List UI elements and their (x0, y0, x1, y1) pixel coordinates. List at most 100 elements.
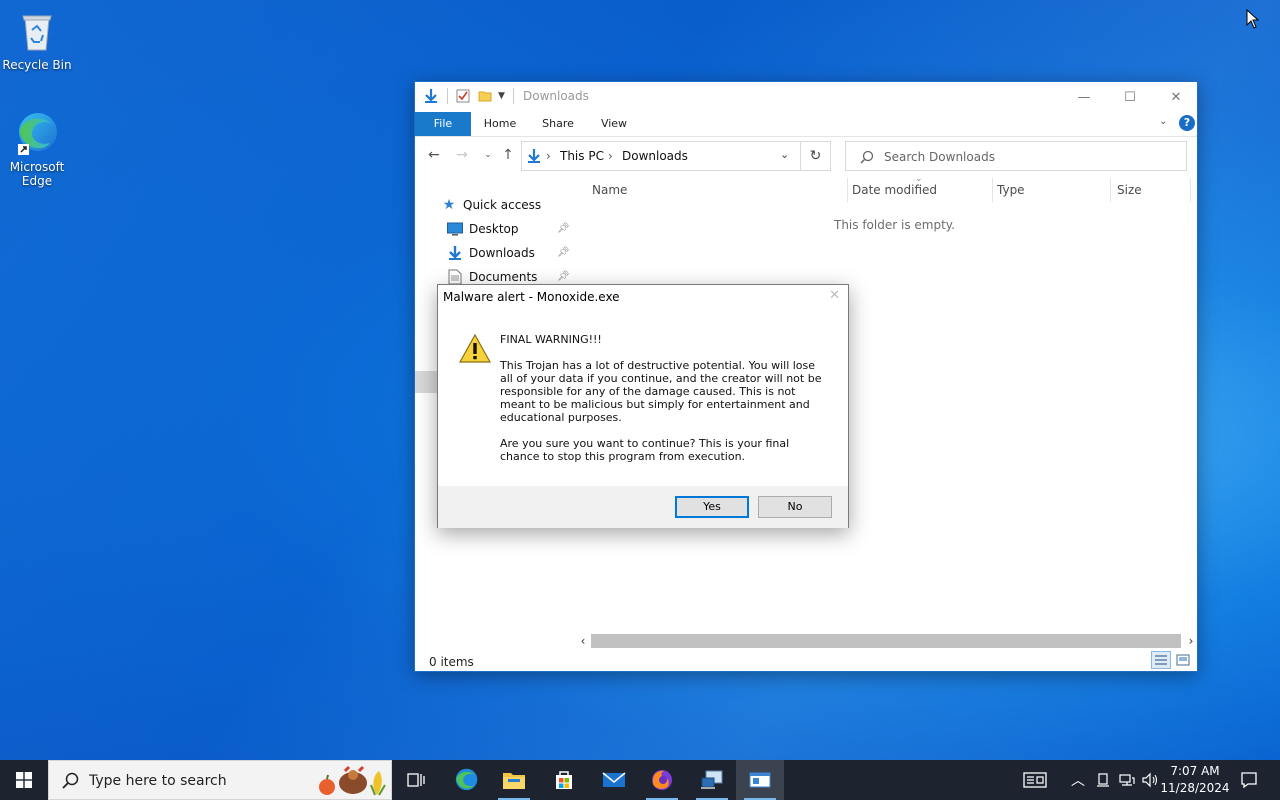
edge-icon (455, 768, 478, 791)
help-icon[interactable]: ? (1179, 115, 1195, 131)
news-widget-button[interactable] (1018, 760, 1052, 800)
navigation-bar: ← → ⌄ ↑ › This PC › Downloads ⌄ ↻ (415, 138, 1197, 174)
taskbar-active-window[interactable] (736, 760, 784, 800)
taskbar: ︿ 7:07 AM 11/28/2024 (0, 760, 1280, 800)
column-header-size[interactable]: Size (1117, 183, 1142, 197)
large-icons-view-icon (1176, 654, 1190, 666)
warning-icon (458, 333, 492, 363)
taskbar-clock[interactable]: 7:07 AM 11/28/2024 (1160, 763, 1230, 797)
breadcrumb-separator: › (608, 149, 613, 163)
notification-icon (1241, 772, 1257, 789)
dialog-button-area: Yes No (438, 486, 848, 528)
title-bar[interactable]: ▼ Downloads — ☐ ✕ (415, 82, 1197, 112)
task-view-icon (407, 773, 425, 787)
taskbar-mail[interactable] (590, 760, 638, 800)
minimize-button[interactable]: — (1061, 82, 1107, 112)
scroll-right-button[interactable]: › (1183, 633, 1199, 649)
search-input[interactable] (884, 148, 1174, 166)
forward-button[interactable]: → (453, 146, 471, 164)
dialog-paragraph-2: Are you sure you want to continue? This … (500, 437, 790, 463)
no-button[interactable]: No (758, 496, 832, 518)
show-hidden-icons-button[interactable]: ︿ (1068, 760, 1088, 800)
close-button[interactable]: ✕ (1153, 82, 1199, 112)
quick-access-toolbar: ▼ (423, 88, 514, 104)
address-dropdown-icon[interactable]: ⌄ (780, 148, 789, 161)
address-bar[interactable]: › This PC › Downloads ⌄ (521, 141, 801, 171)
horizontal-scrollbar[interactable]: ‹ › (575, 633, 1197, 649)
task-view-button[interactable] (392, 760, 440, 800)
dialog-title: Malware alert - Monoxide.exe (443, 290, 620, 304)
action-center-button[interactable] (1234, 760, 1264, 800)
breadcrumb-downloads[interactable]: Downloads (622, 149, 688, 163)
refresh-button[interactable]: ↻ (801, 141, 831, 171)
taskbar-search-input[interactable] (89, 771, 309, 791)
nav-item-label: Desktop (469, 222, 519, 236)
start-button[interactable] (0, 760, 48, 800)
dialog-close-button[interactable]: ✕ (829, 288, 840, 303)
column-header-date-modified[interactable]: Date modified (852, 183, 937, 197)
search-box[interactable] (845, 141, 1187, 171)
pin-icon[interactable]: 📌︎ (557, 223, 570, 234)
scrollbar-thumb[interactable] (591, 634, 1181, 648)
nav-item-label: Downloads (469, 246, 535, 260)
clock-time: 7:07 AM (1170, 764, 1220, 778)
up-button[interactable]: ↑ (499, 146, 517, 164)
nav-item-downloads[interactable]: Downloads (447, 242, 535, 264)
device-icon (1097, 773, 1109, 787)
folder-icon (503, 773, 525, 789)
taskbar-file-explorer[interactable] (490, 760, 538, 800)
tray-device-button[interactable] (1092, 760, 1114, 800)
tab-file[interactable]: File (415, 112, 471, 136)
download-arrow-icon (528, 149, 540, 163)
tab-home[interactable]: Home (475, 112, 525, 136)
new-folder-icon[interactable] (478, 89, 492, 103)
nav-item-desktop[interactable]: Desktop (447, 218, 519, 240)
properties-icon[interactable] (456, 89, 470, 103)
desktop-icon-label: Microsoft Edge (9, 160, 65, 188)
taskbar-search-box[interactable] (48, 760, 392, 800)
pin-icon[interactable]: 📌︎ (557, 247, 570, 258)
desktop-icon-edge[interactable]: Microsoft Edge (0, 110, 74, 188)
desktop-icon-recycle-bin[interactable]: Recycle Bin (0, 8, 74, 72)
malware-alert-dialog[interactable]: Malware alert - Monoxide.exe ✕ FINAL WAR… (437, 284, 849, 528)
breadcrumb-this-pc[interactable]: This PC (560, 149, 604, 163)
clock-date: 11/28/2024 (1160, 781, 1230, 795)
search-icon (860, 150, 874, 164)
network-status-button[interactable] (1116, 760, 1138, 800)
breadcrumb-separator: › (546, 149, 551, 163)
column-header-name[interactable]: Name (592, 183, 627, 197)
desktop-icon-label: Recycle Bin (2, 58, 72, 72)
minimize-icon: — (1077, 89, 1091, 105)
recent-locations-button[interactable]: ⌄ (479, 146, 497, 164)
tab-view[interactable]: View (589, 112, 639, 136)
details-view-button[interactable] (1151, 651, 1171, 669)
documents-icon (447, 269, 463, 285)
yes-button[interactable]: Yes (675, 496, 749, 518)
speaker-icon (1142, 772, 1158, 788)
search-icon (62, 772, 79, 789)
volume-button[interactable] (1139, 760, 1161, 800)
taskbar-firefox[interactable] (638, 760, 686, 800)
mouse-cursor-icon (1246, 9, 1260, 29)
back-button[interactable]: ← (425, 146, 443, 164)
tab-share[interactable]: Share (533, 112, 583, 136)
firefox-icon (652, 770, 672, 790)
scroll-left-button[interactable]: ‹ (575, 633, 591, 649)
large-icons-view-button[interactable] (1173, 651, 1193, 669)
expand-ribbon-icon[interactable]: ⌄ (1159, 116, 1167, 127)
taskbar-network-app[interactable] (688, 760, 736, 800)
nav-quick-access[interactable]: ★ Quick access (441, 194, 541, 216)
nav-pane-selection-highlight (415, 371, 437, 393)
dialog-heading: FINAL WARNING!!! (500, 333, 602, 346)
download-arrow-icon (425, 89, 437, 103)
maximize-button[interactable]: ☐ (1107, 82, 1153, 112)
download-arrow-icon (447, 245, 463, 261)
ribbon-tabs: File Home Share View ⌄ ? (415, 112, 1197, 137)
pin-icon[interactable]: 📌︎ (557, 271, 570, 282)
network-computer-icon (701, 770, 723, 789)
chevron-down-icon[interactable]: ▼ (498, 91, 505, 101)
taskbar-microsoft-store[interactable] (540, 760, 588, 800)
edge-icon (18, 113, 57, 155)
column-header-type[interactable]: Type (997, 183, 1025, 197)
taskbar-edge[interactable] (442, 760, 490, 800)
